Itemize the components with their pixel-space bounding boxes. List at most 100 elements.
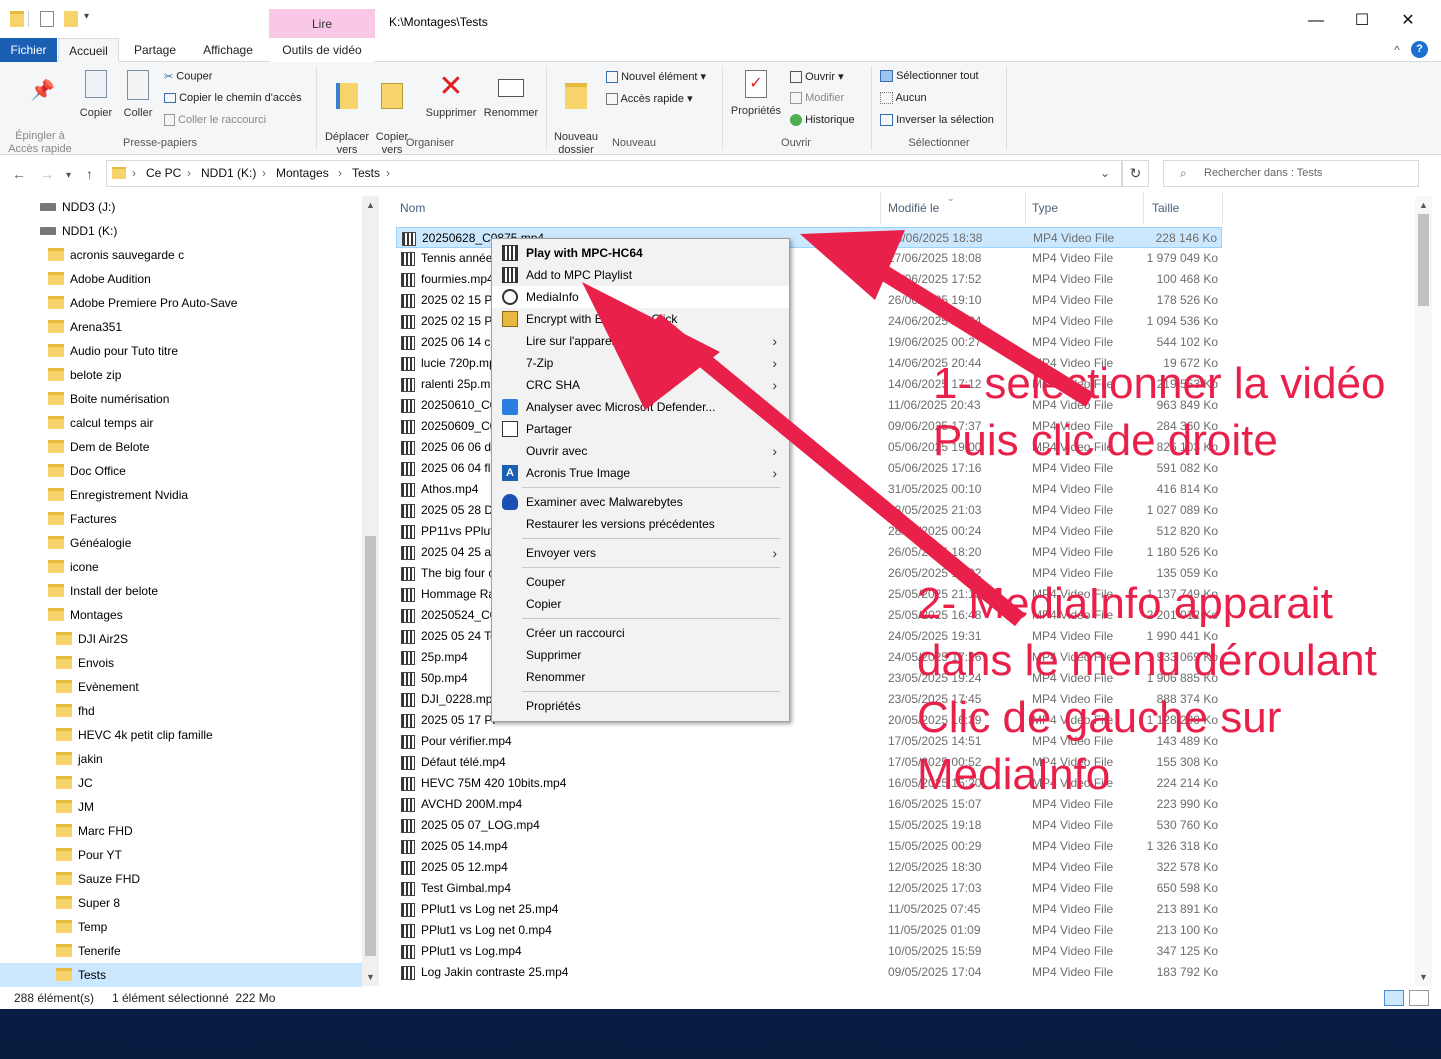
- context-menu-item[interactable]: Encrypt with EncryptOnClick: [492, 308, 789, 330]
- breadcrumb-montages[interactable]: Montages: [276, 166, 329, 180]
- scroll-down-icon[interactable]: ▼: [366, 972, 375, 982]
- column-modifie-le[interactable]: Modifié le: [888, 201, 939, 215]
- details-view-icon[interactable]: [1384, 990, 1404, 1006]
- file-row[interactable]: 2025 05 12.mp4 12/05/2025 18:30 MP4 Video …: [396, 857, 1222, 878]
- nav-item[interactable]: Install der belote: [0, 579, 362, 603]
- context-menu-item[interactable]: Add to MPC Playlist: [492, 264, 789, 286]
- customize-toolbar-icon[interactable]: ▾: [84, 11, 98, 27]
- nav-item[interactable]: NDD3 (J:): [0, 195, 362, 219]
- help-icon[interactable]: ?: [1411, 41, 1428, 58]
- nav-item[interactable]: Adobe Premiere Pro Auto-Save: [0, 291, 362, 315]
- search-input[interactable]: ⌕ Rechercher dans : Tests: [1163, 160, 1419, 187]
- tab-outils-video[interactable]: Outils de vidéo: [270, 38, 374, 62]
- paste-shortcut-button[interactable]: Coller le raccourci: [164, 114, 266, 127]
- file-row[interactable]: Test Gimbal.mp4 12/05/2025 17:03 MP4 Video…: [396, 878, 1222, 899]
- scroll-up-icon[interactable]: ▲: [366, 200, 375, 210]
- new-item-button[interactable]: Nouvel élément ▾: [606, 70, 706, 84]
- nav-item[interactable]: Tenerife: [0, 939, 362, 963]
- breadcrumb-ndd1[interactable]: NDD1 (K:): [201, 166, 256, 180]
- rename-button[interactable]: Renommer: [480, 70, 542, 120]
- context-menu-item[interactable]: Lire sur l'appareil ›: [492, 330, 789, 352]
- paste-button[interactable]: Coller: [119, 70, 157, 120]
- nav-item[interactable]: DJI Air2S: [0, 627, 362, 651]
- nav-item[interactable]: Généalogie: [0, 531, 362, 555]
- breadcrumb-ce-pc[interactable]: Ce PC: [146, 166, 181, 180]
- context-menu-item[interactable]: CRC SHA ›: [492, 374, 789, 396]
- nav-item[interactable]: Adobe Audition: [0, 267, 362, 291]
- context-menu-item[interactable]: Partager: [492, 418, 789, 440]
- maximize-button[interactable]: ☐: [1339, 6, 1385, 36]
- nav-item[interactable]: calcul temps air: [0, 411, 362, 435]
- context-menu-item[interactable]: MediaInfo: [492, 286, 789, 308]
- nav-item[interactable]: jakin: [0, 747, 362, 771]
- nav-item[interactable]: Montages: [0, 603, 362, 627]
- context-menu-item[interactable]: 7-Zip ›: [492, 352, 789, 374]
- context-menu-item[interactable]: Ouvrir avec ›: [492, 440, 789, 462]
- select-none-button[interactable]: Aucun: [880, 92, 927, 105]
- tab-accueil[interactable]: Accueil: [58, 38, 119, 62]
- easy-access-button[interactable]: Accès rapide ▾: [606, 92, 693, 106]
- up-icon[interactable]: ↑: [86, 166, 93, 182]
- context-menu-item[interactable]: Supprimer: [492, 644, 789, 666]
- properties-icon[interactable]: [40, 11, 54, 27]
- address-bar[interactable]: [106, 160, 1122, 187]
- file-row[interactable]: Log Jakin contraste 25.mp4 09/05/2025 17:…: [396, 962, 1222, 983]
- file-row[interactable]: PPlut1 vs Log.mp4 10/05/2025 15:59 MP4 Vid…: [396, 941, 1222, 962]
- context-menu-item[interactable]: Propriétés: [492, 695, 789, 717]
- nav-item[interactable]: Temp: [0, 915, 362, 939]
- copy-path-button[interactable]: Copier le chemin d'accès: [164, 92, 302, 104]
- recent-locations-icon[interactable]: ▾: [66, 170, 71, 181]
- file-row[interactable]: 2025 05 14.mp4 15/05/2025 00:29 MP4 Video …: [396, 836, 1222, 857]
- nav-item[interactable]: acronis sauvegarde c: [0, 243, 362, 267]
- nav-item[interactable]: Super 8: [0, 891, 362, 915]
- file-scroll-thumb[interactable]: [1418, 214, 1429, 306]
- edit-button[interactable]: Modifier: [790, 92, 844, 105]
- tab-fichier[interactable]: Fichier: [0, 38, 57, 62]
- move-to-button[interactable]: Déplacer vers: [320, 70, 374, 157]
- cut-button[interactable]: ✂ Couper: [164, 70, 212, 83]
- scroll-up-icon[interactable]: ▲: [1419, 200, 1428, 210]
- large-icons-view-icon[interactable]: [1409, 990, 1429, 1006]
- nav-item[interactable]: Envois: [0, 651, 362, 675]
- close-button[interactable]: ✕: [1385, 6, 1431, 36]
- nav-item[interactable]: Sauze FHD: [0, 867, 362, 891]
- nav-item[interactable]: Evènement: [0, 675, 362, 699]
- nav-item[interactable]: JM: [0, 795, 362, 819]
- nav-item[interactable]: HEVC 4k petit clip famille: [0, 723, 362, 747]
- file-scrollbar[interactable]: ▲ ▼: [1415, 196, 1432, 986]
- file-row[interactable]: 2025 05 07_LOG.mp4 15/05/2025 19:18 MP4 Vi…: [396, 815, 1222, 836]
- invert-selection-button[interactable]: Inverser la sélection: [880, 114, 994, 127]
- copy-button[interactable]: Copier: [76, 70, 116, 120]
- scroll-down-icon[interactable]: ▼: [1419, 972, 1428, 982]
- context-menu-item[interactable]: Restaurer les versions précédentes: [492, 513, 789, 535]
- refresh-icon[interactable]: ↻: [1122, 160, 1149, 187]
- new-folder-icon[interactable]: [64, 11, 78, 27]
- nav-item[interactable]: Doc Office: [0, 459, 362, 483]
- nav-item[interactable]: Audio pour Tuto titre: [0, 339, 362, 363]
- context-menu-item[interactable]: Renommer: [492, 666, 789, 688]
- nav-item[interactable]: JC: [0, 771, 362, 795]
- tab-partage[interactable]: Partage: [126, 38, 184, 62]
- nav-item[interactable]: NDD1 (K:): [0, 219, 362, 243]
- context-menu-item[interactable]: Play with MPC-HC64: [492, 242, 789, 264]
- nav-item[interactable]: Tests: [0, 963, 362, 987]
- context-menu-item[interactable]: Couper: [492, 571, 789, 593]
- nav-item[interactable]: Factures: [0, 507, 362, 531]
- nav-scrollbar[interactable]: ▲ ▼: [362, 196, 379, 986]
- nav-item[interactable]: fhd: [0, 699, 362, 723]
- properties-button[interactable]: ✓ Propriétés: [726, 70, 786, 118]
- history-button[interactable]: Historique: [790, 114, 855, 127]
- nav-scroll-thumb[interactable]: [365, 536, 376, 956]
- breadcrumb-tests[interactable]: Tests: [352, 166, 380, 180]
- forward-icon[interactable]: →: [40, 166, 54, 182]
- file-row[interactable]: PPlut1 vs Log net 0.mp4 11/05/2025 01:09 M…: [396, 920, 1222, 941]
- nav-item[interactable]: belote zip: [0, 363, 362, 387]
- column-nom[interactable]: Nom: [400, 201, 425, 215]
- column-taille[interactable]: Taille: [1152, 201, 1179, 215]
- contextual-tab-lire[interactable]: Lire: [269, 9, 375, 38]
- back-icon[interactable]: ←: [12, 166, 26, 182]
- tab-affichage[interactable]: Affichage: [195, 38, 261, 62]
- nav-item[interactable]: Arena351: [0, 315, 362, 339]
- context-menu-item[interactable]: Examiner avec Malwarebytes: [492, 491, 789, 513]
- context-menu-item[interactable]: Créer un raccourci: [492, 622, 789, 644]
